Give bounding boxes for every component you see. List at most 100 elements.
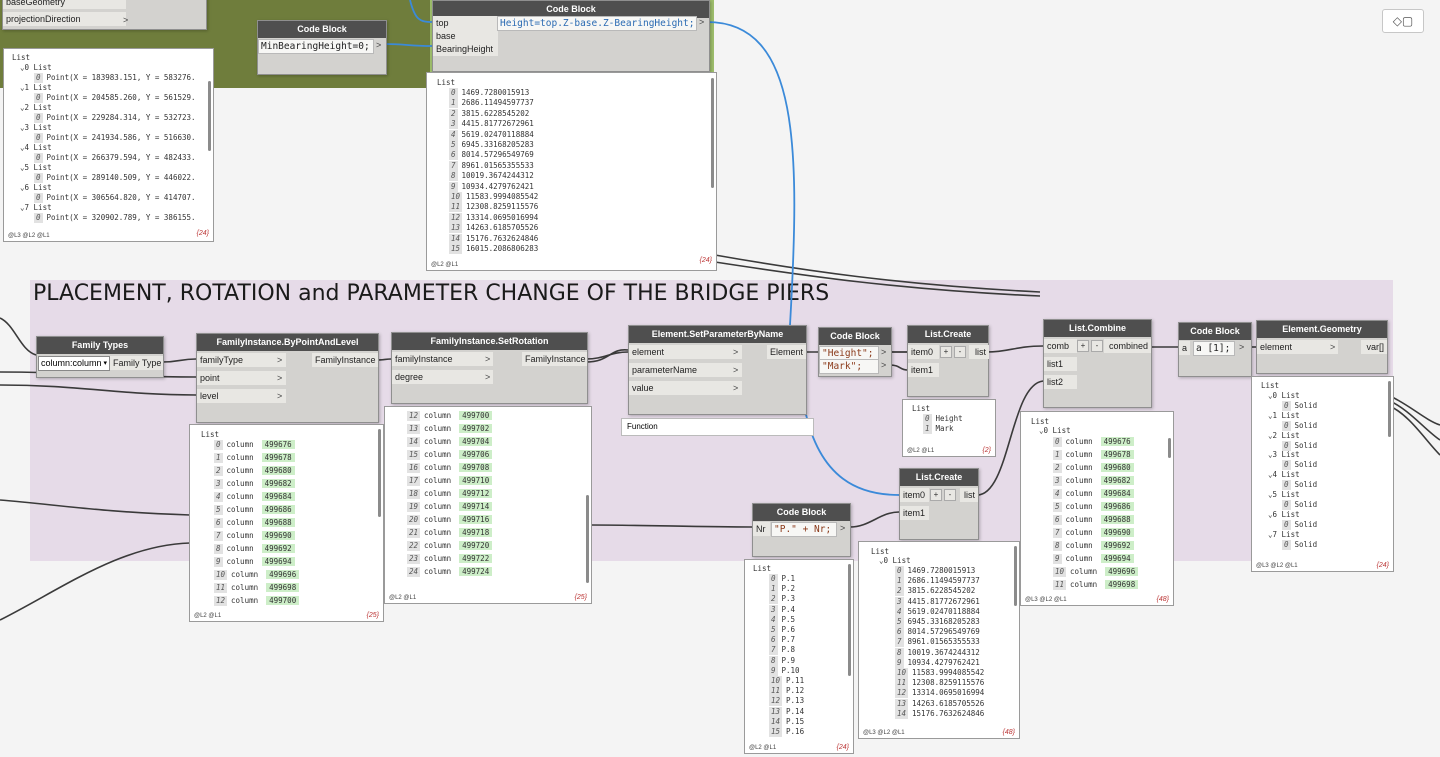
port-bearingheight[interactable]: BearingHeight [433,42,498,56]
port-element[interactable]: element [629,345,742,359]
preview-scrollbar[interactable] [378,429,381,517]
node-codeblock-height[interactable]: Code Block top base BearingHeight Height… [432,0,710,72]
preview-levels: @L2 @L1 [749,745,777,751]
node-codeblock-mark[interactable]: Code Block Nr "P." + Nr; > [752,503,851,557]
out-list[interactable]: list [969,345,989,359]
port-list1[interactable]: list1 [1044,357,1077,371]
out-combined[interactable]: combined [1104,339,1151,353]
out-port[interactable]: > [1239,342,1244,352]
code-editor[interactable]: a [1]; [1193,341,1235,356]
family-type-dropdown[interactable]: column:column ▾ [38,356,110,371]
port-item0[interactable]: item0 [908,345,939,359]
preview-combined[interactable]: List ⌄0 List @L3 @L2 @L1 {48} 0 column 499… [1020,411,1174,606]
port-top[interactable]: top [433,16,498,30]
preview-row: 15 column 499706 [407,450,493,460]
preview-scrollbar[interactable] [208,81,211,151]
remove-input-button[interactable]: - [954,346,966,358]
node-codeblock-index[interactable]: Code Block a a [1]; > [1178,322,1252,377]
port-basegeometry[interactable]: baseGeometry [3,0,126,9]
out-element[interactable]: Element [767,345,806,359]
code-editor[interactable]: "P." + Nr; [771,522,837,537]
node-familyinstance-bypointandlevel[interactable]: FamilyInstance.ByPointAndLevel familyTyp… [196,333,379,423]
out-port[interactable]: > [699,17,704,27]
row-index: 1 [769,584,778,595]
preview-row: 10 11583.9994085542 [449,192,538,202]
out-familyinstance[interactable]: FamilyInstance [312,353,378,367]
preview-geometry[interactable]: List @L3 @L2 @L1 {24} ⌄0 List 0 Solid ⌄1 Li… [1251,376,1394,572]
port-base[interactable]: base [433,29,498,43]
port-familytype[interactable]: familyType [197,353,286,367]
node-list-create-2[interactable]: List.Create item0 + - item1 list [899,468,979,540]
remove-input-button[interactable]: - [1091,340,1103,352]
out-port[interactable]: > [881,347,886,357]
port-list2[interactable]: list2 [1044,375,1077,389]
out-list[interactable]: list [960,488,978,502]
preview-parameter-names[interactable]: List @L2 @L1 {2} 0 Height 1 Mark [902,399,996,457]
preview-row: 4 column 499684 [214,492,295,502]
remove-input-button[interactable]: - [944,489,956,501]
row-text: column [1070,580,1098,589]
preview-rotation[interactable]: @L2 @L1 {25} 12 column 499700 13 column 49970… [384,406,592,604]
code-editor[interactable]: MinBearingHeight=0; [258,39,374,54]
port-degree[interactable]: degree [392,370,493,384]
port-nr[interactable]: Nr [753,522,770,536]
port-parametername[interactable]: parameterName [629,363,742,377]
preview-row: 10 column 499696 [1053,567,1139,577]
port-item1[interactable]: item1 [900,506,929,520]
port-item1[interactable]: item1 [908,363,939,377]
port-projectiondirection[interactable]: projectionDirection [3,12,126,26]
port-point[interactable]: point [197,371,286,385]
preview-mark-values[interactable]: List @L2 @L1 {24} 0 P.1 1 P.2 2 P.3 3 P.4 4 P.5 5 P… [744,559,854,754]
add-input-button[interactable]: + [1077,340,1089,352]
row-text: 8014.57296549769 [461,150,534,160]
preview-familyinstances[interactable]: List @L2 @L1 {25} 0 column 499676 1 column 49… [189,424,384,622]
node-codeblock-strings[interactable]: Code Block "Height"; "Mark"; > > [818,327,892,377]
port-a[interactable]: a [1179,341,1190,355]
preview-row: 9 10934.4279762421 [895,657,980,668]
add-input-button[interactable]: + [930,489,942,501]
out-familyinstance[interactable]: FamilyInstance [522,352,587,366]
node-codeblock-minbearing[interactable]: Code Block MinBearingHeight=0; > [257,20,387,75]
out-var[interactable]: var[] [1361,340,1387,354]
node-list-create-1[interactable]: List.Create item0 + - item1 list [907,325,989,397]
preview-scrollbar[interactable] [848,564,851,676]
row-value: 499688 [1100,515,1134,524]
node-element-geometry[interactable]: Element.Geometry element > var[] [1256,320,1388,374]
out-port[interactable]: > [376,40,381,50]
port-value[interactable]: value [629,381,742,395]
row-text: Solid [1294,480,1318,490]
port-arrow-icon: > [733,347,739,357]
preview-heights[interactable]: List @L2 @L1 {24} 0 1469.7280015913 1 2686.… [426,72,717,271]
node-familyinstance-setrotation[interactable]: FamilyInstance.SetRotation familyInstanc… [391,332,588,404]
preview-list2[interactable]: List ⌄0 List @L3 @L2 @L1 {48} 0 1469.7280… [858,541,1020,739]
port-familyinstance[interactable]: familyInstance [392,352,493,366]
node-family-types[interactable]: Family Types column:column ▾ Family Type [36,336,164,378]
code-line-mark[interactable]: "Mark"; [819,359,879,374]
preview-scrollbar[interactable] [1388,381,1391,437]
port-item0[interactable]: item0 [900,488,929,502]
out-port[interactable]: > [881,360,886,370]
preview-row: 2 P.3 [769,594,795,605]
row-index: 12 [895,688,909,699]
row-text: ⌄7 List [1268,529,1300,539]
preview-scrollbar[interactable] [586,495,589,583]
preview-toggle-button[interactable]: ◇▢ [1382,9,1424,33]
code-editor[interactable]: Height=top.Z-base.Z-BearingHeight; [497,16,697,31]
port-level[interactable]: level [197,389,286,403]
add-input-button[interactable]: + [940,346,952,358]
port-element[interactable]: element [1257,340,1338,354]
node-element-setparameterbyname[interactable]: Element.SetParameterByName element param… [628,325,807,415]
preview-scrollbar[interactable] [711,78,714,188]
out-port[interactable]: > [840,523,845,533]
preview-count: {24} [196,230,209,237]
node-partial[interactable]: baseGeometry projectionDirection > [2,0,207,30]
node-list-combine[interactable]: List.Combine comb + - list1 list2 combin… [1043,319,1152,408]
preview-row: 5 P.6 [769,625,795,635]
preview-scrollbar[interactable] [1168,438,1171,458]
row-text: column [226,531,254,540]
port-comb[interactable]: comb [1044,339,1077,353]
preview-points[interactable]: List @L3 @L2 @L1 {24} ⌄0 List 0 Point(X = … [3,48,214,242]
preview-scrollbar[interactable] [1014,546,1017,606]
out-family-type[interactable]: Family Type [110,356,163,370]
preview-row: 10 P.11 [769,676,804,686]
